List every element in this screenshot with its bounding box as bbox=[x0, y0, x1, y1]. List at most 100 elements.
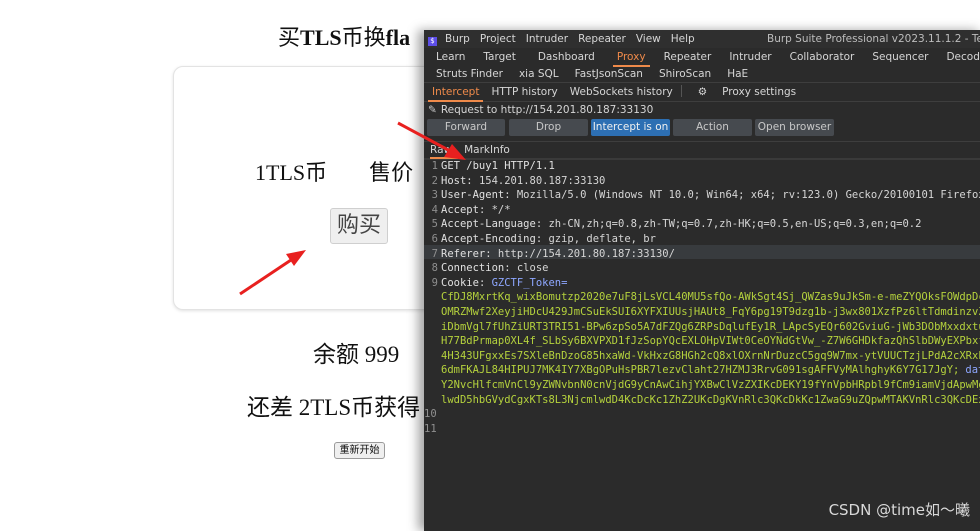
proxy-settings-label: Proxy settings bbox=[722, 86, 797, 98]
header-name: User-Agent bbox=[441, 189, 505, 202]
cookie-value-line: 6dmFKAJL84HIPUJ7MK4IY7XBgOPuHsPBR7lezvCl… bbox=[441, 364, 980, 376]
menu-burp[interactable]: Burp bbox=[445, 33, 470, 45]
cookie-data-name: data bbox=[965, 364, 980, 377]
tab-hae[interactable]: HaE bbox=[723, 66, 752, 82]
cookie-value-line: 4H343UFgxxEs7SXleBnDzoG85hxaWd-VkHxzG8HG… bbox=[441, 350, 980, 362]
header-value: : 154.201.80.187:33130 bbox=[466, 174, 606, 187]
proxy-settings-button[interactable]: ⚙ Proxy settings bbox=[686, 83, 804, 101]
header-value: : gzip, deflate, br bbox=[535, 233, 656, 245]
cookie-name: GZCTF_Token= bbox=[491, 276, 568, 289]
header-value: : http://154.201.80.187:33130/ bbox=[485, 247, 675, 260]
tab-xia-sql[interactable]: xia SQL bbox=[515, 66, 563, 82]
divider bbox=[680, 85, 682, 97]
request-line: Referer: http://154.201.80.187:33130/ bbox=[441, 248, 675, 260]
menu-bar: $ Burp Project Intruder Repeater View Help Bur… bbox=[424, 30, 980, 48]
gear-icon: ⚙ bbox=[697, 86, 708, 98]
tab-intruder[interactable]: Intruder bbox=[725, 48, 775, 66]
tab-target[interactable]: Target bbox=[479, 48, 519, 66]
page-title: 买TLS币换fla bbox=[278, 20, 410, 52]
tab-websockets-history[interactable]: WebSockets history bbox=[566, 83, 677, 101]
intercept-toolbar: Forward Drop Intercept is on Action Open… bbox=[424, 119, 980, 137]
tab-intercept[interactable]: Intercept bbox=[428, 84, 484, 102]
request-target: ✎ Request to http://154.201.80.187:33130 bbox=[424, 102, 980, 118]
tab-proxy[interactable]: Proxy bbox=[612, 49, 650, 67]
request-line: Accept-Encoding: gzip, deflate, br bbox=[441, 233, 656, 245]
line-number: 11 bbox=[424, 422, 437, 435]
tab-http-history[interactable]: HTTP history bbox=[487, 83, 561, 101]
pencil-icon[interactable]: ✎ bbox=[428, 102, 437, 118]
restart-button[interactable]: 重新开始 bbox=[334, 442, 385, 459]
cookie-value-line: lwdD5hbGVydCgxKTs8L3NjcmlwdD4KcDcKc1ZhZ2… bbox=[441, 394, 980, 406]
menu-intruder[interactable]: Intruder bbox=[526, 33, 568, 45]
cookie-value-text: OMRZMwf2XeyjiHDcU429JmCSuEkSUI6XYFXIUUsj… bbox=[441, 306, 980, 318]
request-line: Connection: close bbox=[441, 262, 548, 274]
extension-tabs: Struts Finder xia SQL FastJsonScan ShiroSca… bbox=[424, 66, 980, 82]
forward-button[interactable]: Forward bbox=[427, 119, 505, 136]
tab-sequencer[interactable]: Sequencer bbox=[868, 48, 932, 66]
cookie-value-line: H77BdPrmap0XL4f_SLbSy6BXVPXD1fJzSopYQcEX… bbox=[441, 335, 980, 347]
header-name: Accept bbox=[441, 203, 479, 216]
request-editor[interactable]: 1 GET /buy1 HTTP/1.1 2 Host: 154.201.80.187… bbox=[424, 158, 980, 531]
header-name: Host bbox=[441, 174, 467, 187]
proxy-tabs: Intercept HTTP history WebSockets history ⚙… bbox=[424, 82, 980, 102]
request-line: User-Agent: Mozilla/5.0 (Windows NT 10.0… bbox=[441, 189, 980, 201]
line-number: 3 bbox=[431, 189, 438, 202]
tab-markinfo[interactable]: MarkInfo bbox=[464, 142, 516, 158]
cookie-value-text: 6dmFKAJL84HIPUJ7MK4IY7XBgOPuHsPBR7lezvCl… bbox=[441, 364, 960, 377]
header-name: GET /buy1 HTTP/1.1 bbox=[441, 160, 555, 172]
cookie-value-line: OMRZMwf2XeyjiHDcU429JmCSuEkSUI6XYFXIUUsj… bbox=[441, 306, 980, 318]
cookie-value-text: iDbmVgl7fUhZiURT3TRI51-BPw6zpSo5A7dFZQg6… bbox=[441, 320, 980, 333]
cookie-value-line: iDbmVgl7fUhZiURT3TRI51-BPw6zpSo5A7dFZQg6… bbox=[441, 321, 980, 333]
open-browser-button[interactable]: Open browser bbox=[755, 119, 834, 136]
line-number: 2 bbox=[431, 174, 438, 187]
request-to-label: Request to http://154.201.80.187:33130 bbox=[440, 104, 654, 116]
window-title: Burp Suite Professional v2023.11.1.2 - T… bbox=[767, 33, 980, 45]
header-name: Connection bbox=[441, 262, 505, 275]
title-text-2: 币换 bbox=[341, 25, 386, 50]
buy-button[interactable]: 购买 bbox=[330, 208, 388, 244]
cookie-value-text: CfDJ8MxrtKq_wixBomutzp2020e7uF8jLsVCL40M… bbox=[441, 291, 980, 304]
request-line: Accept: */* bbox=[441, 204, 511, 216]
line-number: 9 bbox=[431, 276, 438, 289]
header-value: : Mozilla/5.0 (Windows NT 10.0; Win64; x… bbox=[504, 189, 980, 202]
header-value: : bbox=[478, 276, 492, 289]
tab-learn[interactable]: Learn bbox=[432, 48, 469, 66]
header-name: Cookie bbox=[441, 276, 479, 289]
line-number: 6 bbox=[431, 233, 438, 245]
product-name: 1TLS币 bbox=[255, 160, 328, 185]
title-bold: TLS bbox=[300, 25, 342, 50]
cookie-value-text: lwdD5hbGVydCgxKTs8L3NjcmlwdD4KcDcKc1ZhZ2… bbox=[441, 393, 980, 406]
menu-repeater[interactable]: Repeater bbox=[578, 33, 626, 45]
action-button[interactable]: Action bbox=[673, 119, 752, 136]
title-text: 买 bbox=[278, 25, 301, 50]
menu-project[interactable]: Project bbox=[480, 33, 516, 45]
cookie-value-text: Y2NvcHlfcmVnCl9yZWNvbnN0cnVjdG9yCnAwCihj… bbox=[441, 379, 980, 391]
main-tabs: Learn Target Dashboard Proxy Repeater Intrude… bbox=[424, 48, 980, 67]
tab-shiroscan[interactable]: ShiroScan bbox=[655, 66, 715, 82]
tab-repeater[interactable]: Repeater bbox=[660, 48, 716, 66]
balance-text: 余额 999 bbox=[313, 342, 400, 367]
tab-fastjsonscan[interactable]: FastJsonScan bbox=[571, 66, 647, 82]
drop-button[interactable]: Drop bbox=[509, 119, 588, 136]
tab-raw[interactable]: Raw bbox=[430, 143, 459, 159]
line-number: 4 bbox=[431, 203, 438, 216]
header-value: : zh-CN,zh;q=0.8,zh-TW;q=0.7,zh-HK;q=0.5… bbox=[535, 218, 922, 231]
tab-dashboard[interactable]: Dashboard bbox=[534, 48, 599, 66]
price-label: 售价 bbox=[369, 160, 414, 185]
tab-struts-finder[interactable]: Struts Finder bbox=[432, 66, 507, 82]
header-value: : */* bbox=[478, 203, 511, 216]
line-number: 7 bbox=[431, 247, 438, 260]
request-line: Host: 154.201.80.187:33130 bbox=[441, 175, 605, 187]
request-line: GET /buy1 HTTP/1.1 bbox=[441, 160, 555, 172]
menu-view[interactable]: View bbox=[636, 33, 661, 45]
menu-help[interactable]: Help bbox=[671, 33, 695, 45]
header-name: Referer bbox=[441, 247, 486, 260]
tab-decoder[interactable]: Decoder bbox=[942, 48, 980, 66]
cookie-value-text: 4H343UFgxxEs7SXleBnDzoG85hxaWd-VkHxzG8HG… bbox=[441, 349, 980, 362]
cookie-value-line: Y2NvcHlfcmVnCl9yZWNvbnN0cnVjdG9yCnAwCihj… bbox=[441, 379, 980, 391]
header-name: Accept-Language bbox=[441, 218, 536, 231]
tab-collaborator[interactable]: Collaborator bbox=[786, 48, 859, 66]
line-number: 5 bbox=[431, 218, 438, 231]
intercept-toggle-button[interactable]: Intercept is on bbox=[591, 119, 670, 136]
burp-suite-window: $ Burp Project Intruder Repeater View Help Bur… bbox=[424, 30, 980, 531]
